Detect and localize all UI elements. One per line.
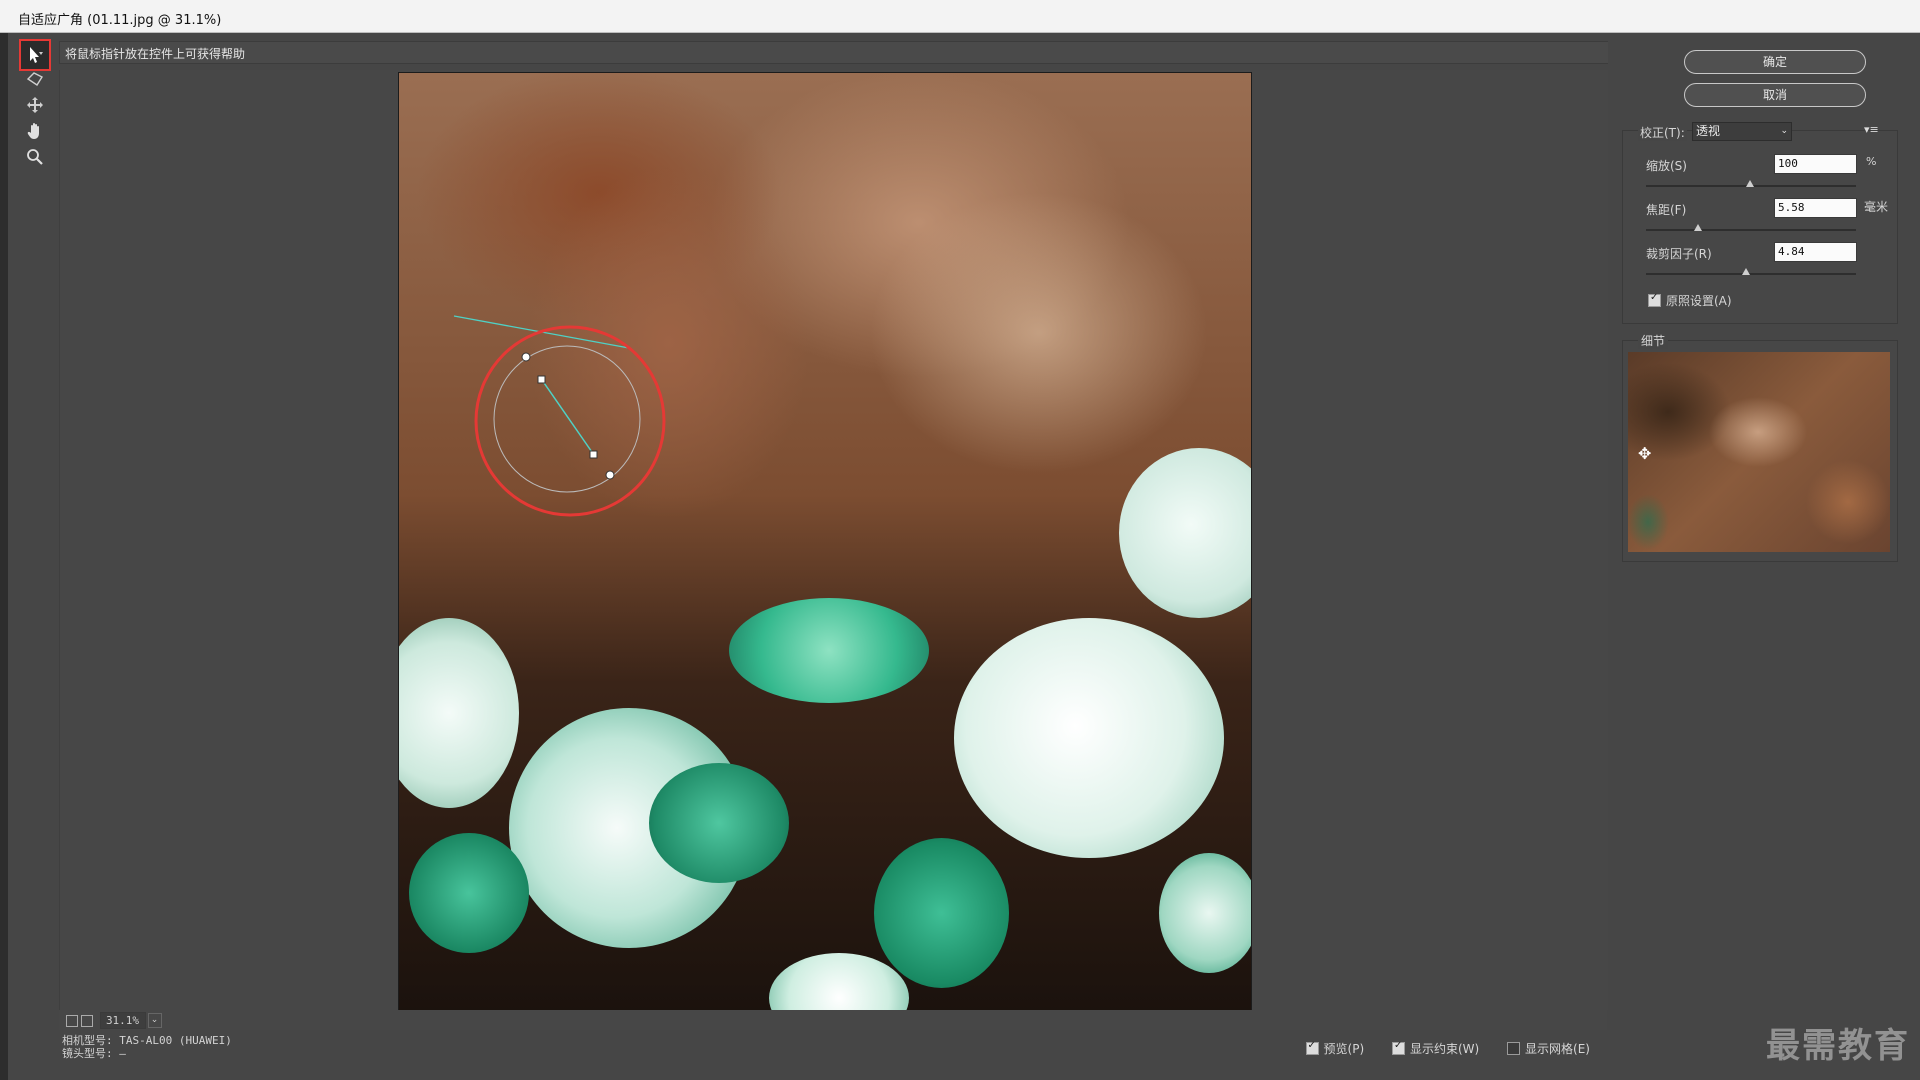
crop-input[interactable]: 4.84	[1774, 242, 1857, 262]
left-edge	[0, 33, 8, 1080]
move-tool[interactable]	[20, 93, 50, 117]
zoom-tool[interactable]	[20, 145, 50, 169]
scale-input[interactable]: 100	[1774, 154, 1857, 174]
scale-label: 缩放(S)	[1646, 159, 1687, 173]
detail-label: 细节	[1638, 332, 1669, 349]
checkbox-checked[interactable]	[1648, 292, 1661, 307]
crop-slider-knob[interactable]	[1742, 268, 1750, 275]
move-icon	[27, 97, 43, 113]
constraint-arc	[493, 345, 641, 493]
preview-image[interactable]	[398, 72, 1252, 1012]
lens-label: 镜头型号:	[62, 1047, 113, 1060]
zoom-out-button[interactable]	[66, 1014, 78, 1027]
as-shot-checkbox[interactable]: 原照设置(A)	[1648, 292, 1732, 309]
zoom-value[interactable]: 31.1%	[99, 1012, 146, 1029]
checkbox-checked[interactable]	[1305, 1040, 1319, 1055]
focal-label: 焦距(F)	[1646, 203, 1687, 217]
tools-panel	[8, 33, 60, 1033]
focal-slider-knob[interactable]	[1694, 224, 1702, 231]
focal-input[interactable]: 5.58	[1774, 198, 1857, 218]
rotation-handle[interactable]	[589, 450, 598, 459]
help-hint-text: 将鼠标指针放在控件上可获得帮助	[65, 47, 246, 61]
zoom-icon	[27, 149, 43, 165]
chevron-down-icon: ⌄	[1780, 126, 1788, 136]
camera-label: 相机型号:	[62, 1034, 113, 1047]
constraint-endpoint-handle[interactable]	[521, 352, 531, 362]
arrow-constraint-icon	[30, 47, 43, 63]
crop-label: 裁剪因子(R)	[1646, 247, 1712, 261]
as-shot-label: 原照设置(A)	[1666, 294, 1732, 308]
hand-tool[interactable]	[20, 119, 50, 143]
show-constraints-checkbox[interactable]: 显示约束(W)	[1391, 1040, 1480, 1057]
lens-value: —	[119, 1047, 126, 1060]
detail-loupe: ✥	[1628, 352, 1890, 552]
correction-select[interactable]: 透视 ⌄	[1692, 122, 1792, 141]
watermark: 最需教育	[1766, 1026, 1910, 1066]
focal-slider[interactable]	[1646, 229, 1856, 231]
preview-checkbox[interactable]: 预览(P)	[1305, 1040, 1365, 1057]
image-metadata: 相机型号: TAS-AL00 (HUAWEI) 镜头型号: —	[62, 1034, 232, 1060]
panel-menu-icon[interactable]: ▾≡	[1864, 123, 1879, 136]
hand-icon	[27, 123, 39, 139]
view-options: 预览(P) 显示约束(W) 显示网格(E)	[1282, 1040, 1590, 1058]
checkbox-unchecked[interactable]	[1507, 1042, 1521, 1055]
correction-value: 透视	[1696, 124, 1721, 138]
scale-slider-knob[interactable]	[1746, 180, 1754, 187]
correction-label: 校正(T):	[1638, 124, 1687, 141]
show-constraints-label: 显示约束(W)	[1409, 1042, 1480, 1056]
crop-slider[interactable]	[1646, 273, 1856, 275]
focal-unit: 毫米	[1864, 200, 1889, 214]
show-grid-label: 显示网格(E)	[1525, 1042, 1590, 1056]
constraint-segment[interactable]	[541, 379, 595, 456]
status-bar	[59, 1010, 1607, 1030]
cancel-button[interactable]: 取消	[1684, 83, 1866, 107]
window-title: 自适应广角 (01.11.jpg @ 31.1%)	[18, 13, 222, 28]
polygon-icon	[26, 72, 44, 86]
zoom-control: 31.1% ⌄	[66, 1012, 162, 1029]
crosshair-cursor-icon: ✥	[1638, 444, 1652, 463]
zoom-in-button[interactable]	[81, 1014, 93, 1027]
rotation-handle[interactable]	[537, 375, 546, 384]
constraint-endpoint-handle[interactable]	[605, 470, 615, 480]
preview-label: 预览(P)	[1323, 1042, 1365, 1056]
camera-value: TAS-AL00 (HUAWEI)	[119, 1034, 232, 1047]
chevron-down-icon[interactable]: ⌄	[147, 1013, 162, 1028]
help-hint-bar: 将鼠标指针放在控件上可获得帮助	[59, 41, 1609, 64]
title-bar: 自适应广角 (01.11.jpg @ 31.1%)	[0, 0, 1920, 33]
show-grid-checkbox[interactable]: 显示网格(E)	[1507, 1040, 1590, 1057]
polygon-constraint-tool[interactable]	[20, 67, 50, 91]
scale-unit: %	[1866, 155, 1877, 168]
ok-button[interactable]: 确定	[1684, 50, 1866, 74]
constraint-overlay[interactable]	[399, 73, 1251, 1011]
checkbox-checked[interactable]	[1391, 1040, 1405, 1055]
